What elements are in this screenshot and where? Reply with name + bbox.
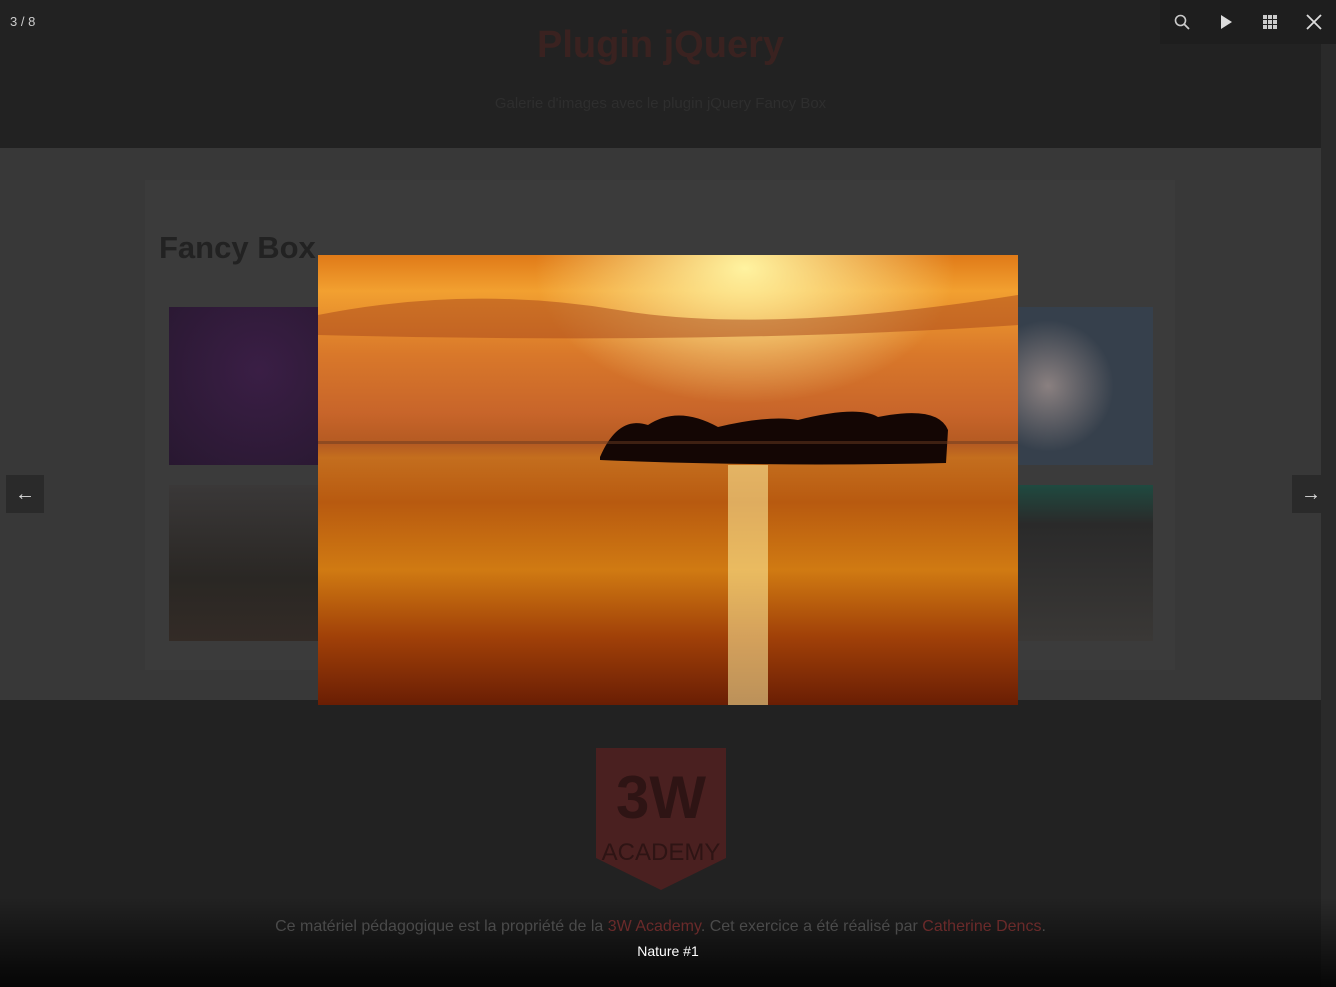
close-button[interactable] bbox=[1292, 0, 1336, 44]
page-title: Plugin jQuery bbox=[536, 24, 785, 66]
image-caption: Nature #1 bbox=[637, 943, 699, 959]
svg-text:3W: 3W bbox=[616, 764, 706, 831]
arrow-left-icon: ← bbox=[15, 482, 35, 505]
page-header: Plugin jQuery Galerie d'images avec le p… bbox=[0, 0, 1321, 148]
thumbnails-button[interactable] bbox=[1248, 0, 1292, 44]
author-link[interactable]: Catherine Dencs bbox=[922, 918, 1041, 935]
sunset-island-photo bbox=[318, 255, 1018, 705]
lightbox-image[interactable] bbox=[318, 255, 1018, 705]
slideshow-button[interactable] bbox=[1204, 0, 1248, 44]
gallery-thumb[interactable] bbox=[1003, 307, 1153, 465]
gallery-thumb[interactable] bbox=[1003, 485, 1153, 641]
credit-text: . Cet exercice a été réalisé par bbox=[700, 918, 923, 935]
lightbox-toolbar bbox=[1160, 0, 1336, 44]
arrow-right-icon: → bbox=[1301, 482, 1321, 505]
play-icon bbox=[1221, 15, 1232, 29]
3w-academy-link[interactable]: 3W Academy bbox=[608, 918, 701, 935]
prev-button[interactable]: ← bbox=[6, 475, 44, 513]
gallery-thumb[interactable] bbox=[169, 307, 319, 465]
next-button[interactable]: → bbox=[1292, 475, 1330, 513]
credit-text: Ce matériel pédagogique est la propriété… bbox=[275, 918, 608, 935]
slide-counter: 3 / 8 bbox=[10, 14, 36, 29]
footer-credit: Ce matériel pédagogique est la propriété… bbox=[0, 918, 1321, 936]
zoom-button[interactable] bbox=[1160, 0, 1204, 44]
caption-shade bbox=[0, 897, 1336, 987]
gallery-thumb[interactable] bbox=[169, 485, 319, 641]
close-icon bbox=[1306, 14, 1322, 30]
grid-icon bbox=[1263, 15, 1277, 29]
credit-text: . bbox=[1041, 918, 1046, 935]
svg-text:ACADEMY: ACADEMY bbox=[602, 839, 721, 866]
3w-academy-logo: 3W ACADEMY bbox=[596, 748, 726, 890]
section-title: Fancy Box bbox=[159, 230, 316, 265]
page-subtitle: Galerie d'images avec le plugin jQuery F… bbox=[494, 95, 827, 112]
search-icon bbox=[1174, 14, 1190, 30]
